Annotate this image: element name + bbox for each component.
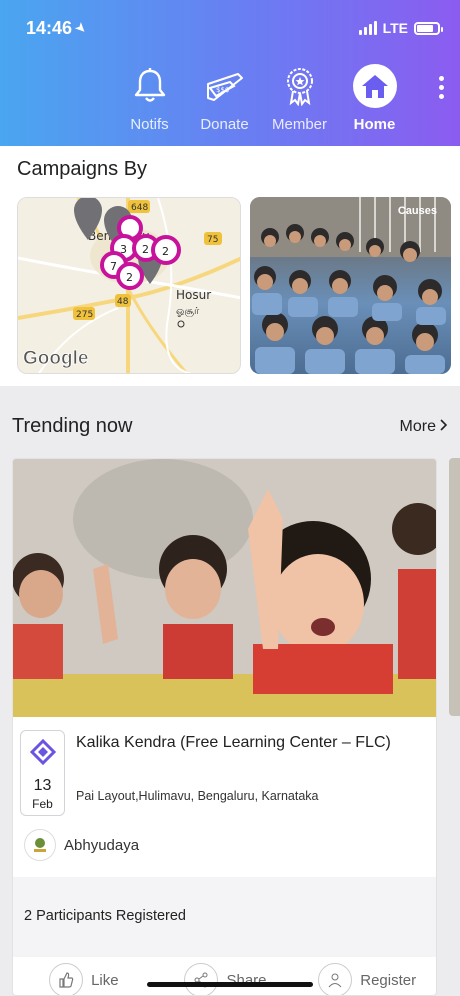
thumbs-up-icon	[49, 963, 84, 995]
more-options-icon[interactable]	[439, 76, 444, 99]
campaigns-section: Campaigns By 648 75 48 275 Bengaluru Hos…	[0, 146, 460, 386]
register-button[interactable]: Register	[296, 963, 436, 995]
bell-icon	[133, 64, 167, 108]
app-header: 14:46 ➤ LTE Notifs $$$ Donate Member Hom…	[0, 0, 460, 146]
nav-label: Home	[353, 116, 396, 133]
nav-label: Notifs	[130, 116, 169, 133]
organizer-logo-icon	[24, 829, 56, 861]
chevron-right-icon	[440, 418, 448, 436]
donate-ticket-icon: $$$	[204, 64, 246, 108]
nav-member[interactable]: Member	[262, 64, 337, 133]
trending-title: Trending now	[12, 415, 133, 437]
home-icon	[352, 64, 397, 108]
participants-count: 2 Participants Registered	[24, 908, 186, 924]
campaign-map[interactable]: 648 75 48 275 Bengaluru Hosur ஓசூர்	[17, 197, 241, 374]
nav-notifs[interactable]: Notifs	[112, 64, 187, 133]
status-right: LTE	[358, 20, 443, 36]
causes-label: Causes	[397, 205, 437, 217]
campaign-location: Pai Layout,Hulimavu, Bengaluru, Karnatak…	[76, 789, 319, 803]
like-button[interactable]: Like	[13, 963, 155, 995]
date-month: Feb	[32, 797, 53, 811]
place-label: ஓசூர்	[176, 306, 200, 317]
share-icon	[184, 963, 219, 995]
network-label: LTE	[382, 20, 408, 36]
organizer[interactable]: Abhyudaya	[24, 829, 139, 861]
register-label: Register	[360, 971, 417, 989]
organization-logo-icon	[29, 738, 56, 766]
award-badge-icon	[283, 64, 317, 108]
more-link[interactable]: More	[400, 418, 448, 436]
participants-bar: 2 Participants Registered	[13, 877, 436, 957]
cluster-count: 2	[126, 271, 133, 284]
next-card-peek[interactable]	[449, 458, 460, 716]
event-date: 13 Feb	[20, 730, 65, 816]
cluster-count: 2	[142, 243, 149, 256]
cluster-count: 2	[162, 245, 169, 258]
more-label: More	[399, 418, 436, 435]
nav-donate[interactable]: $$$ Donate	[187, 64, 262, 133]
organizer-name: Abhyudaya	[64, 836, 140, 854]
card-actions: Like Share Register	[13, 963, 436, 995]
user-icon	[318, 963, 353, 995]
battery-icon	[414, 21, 443, 35]
road-label: 648	[131, 203, 148, 213]
campaign-title[interactable]: Kalika Kendra (Free Learning Center – FL…	[76, 733, 426, 753]
road-label: 48	[117, 297, 129, 307]
campaign-card[interactable]: 13 Feb Kalika Kendra (Free Learning Cent…	[12, 458, 437, 996]
causes-photo[interactable]: Causes	[250, 197, 451, 374]
location-arrow-icon: ➤	[72, 19, 90, 37]
share-button[interactable]: Share	[155, 963, 297, 995]
road-label: 275	[76, 310, 93, 320]
section-title: Campaigns By	[17, 158, 148, 180]
cluster-count: 7	[110, 260, 117, 273]
cluster-count: 3	[120, 243, 127, 256]
date-day: 13	[33, 777, 52, 794]
road-label: 75	[207, 235, 218, 245]
nav-label: Member	[271, 116, 327, 133]
google-logo: Google	[23, 348, 88, 369]
status-bar: 14:46 ➤ LTE	[26, 16, 443, 40]
nav-label: Donate	[200, 116, 249, 133]
top-nav: Notifs $$$ Donate Member Home	[112, 64, 412, 133]
signal-icon	[358, 21, 377, 35]
home-indicator[interactable]	[147, 982, 313, 987]
like-label: Like	[91, 971, 119, 989]
campaign-image[interactable]	[13, 459, 436, 717]
status-time: 14:46 ➤	[26, 17, 90, 38]
svg-text:$$$: $$$	[216, 86, 229, 94]
place-label: Hosur	[176, 288, 211, 302]
nav-home[interactable]: Home	[337, 64, 412, 133]
